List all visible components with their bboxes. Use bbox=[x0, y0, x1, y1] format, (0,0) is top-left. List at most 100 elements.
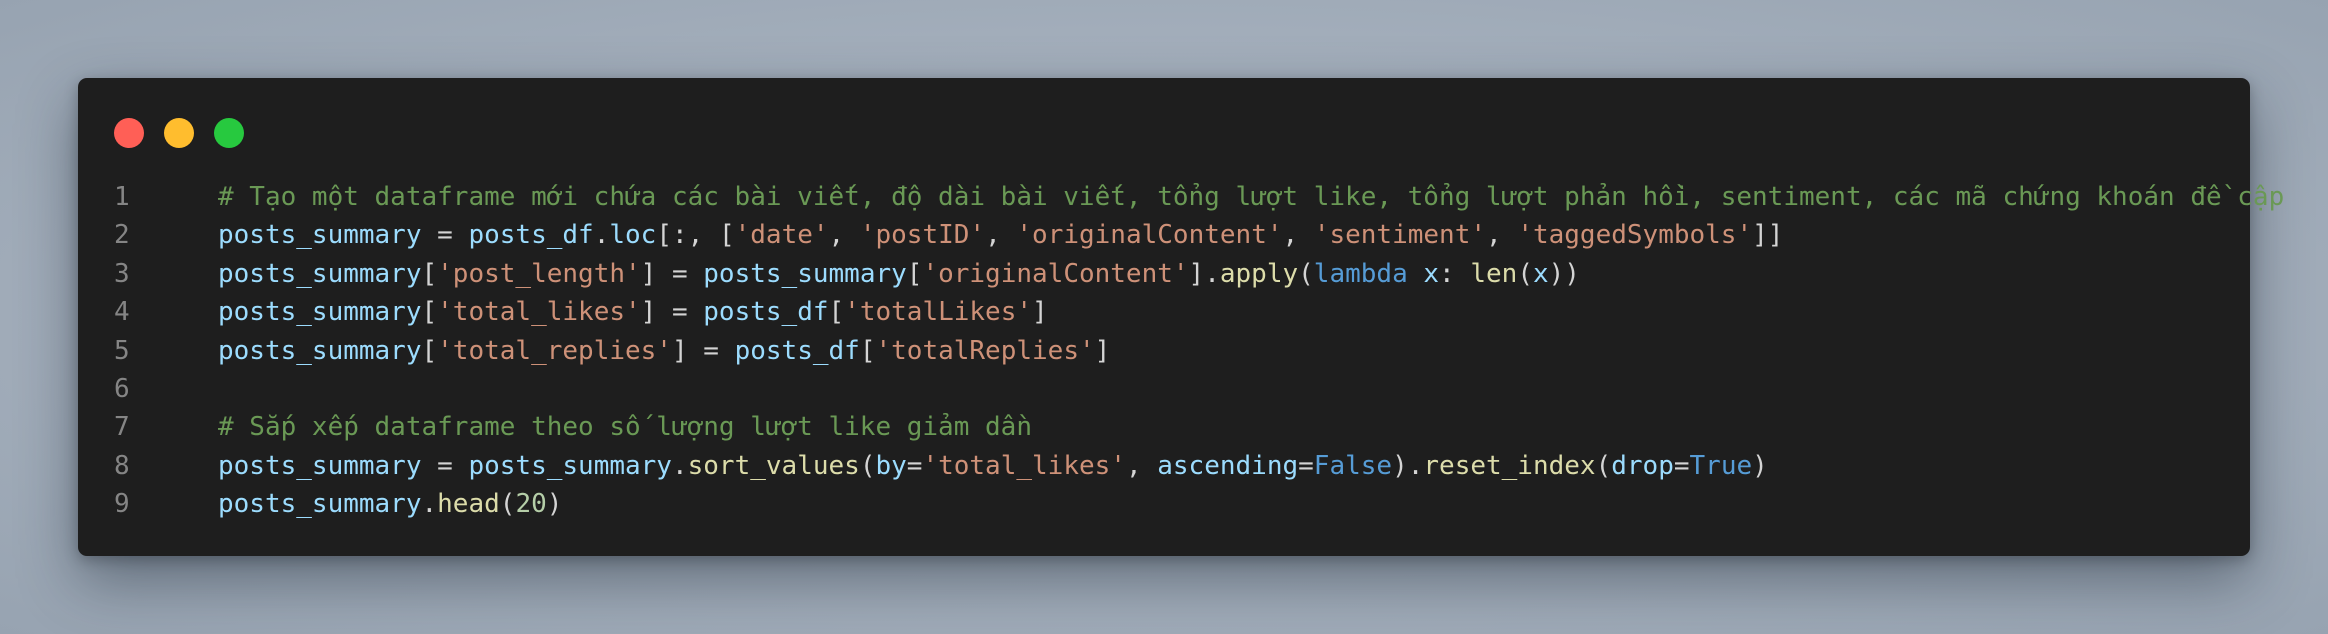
code-token: posts_df bbox=[468, 220, 594, 251]
code-token: = bbox=[1298, 450, 1314, 481]
code-token: 'post_length' bbox=[437, 258, 641, 289]
code-token: posts_summary bbox=[218, 450, 422, 481]
line-source: # Tạo một dataframe mới chứa các bài viế… bbox=[166, 178, 2284, 216]
code-token: ] = bbox=[671, 335, 735, 366]
code-token: ]] bbox=[1752, 220, 1784, 251]
code-token: posts_summary bbox=[218, 335, 422, 366]
code-token: posts_summary bbox=[218, 258, 422, 289]
code-token: 'total_replies' bbox=[437, 335, 672, 366]
code-token: # Sắp xếp dataframe theo số lượng lượt l… bbox=[218, 412, 1032, 443]
code-window: 1 # Tạo một dataframe mới chứa các bài vi… bbox=[78, 78, 2284, 556]
minimize-button[interactable] bbox=[164, 118, 194, 148]
code-token: 'totalLikes' bbox=[844, 297, 1033, 328]
code-token: ]. bbox=[1188, 258, 1220, 289]
line-source: posts_summary = posts_df.loc[:, ['date',… bbox=[166, 216, 1783, 254]
code-line: 3 posts_summary['post_length'] = posts_su… bbox=[78, 255, 2250, 293]
line-source: posts_summary['post_length'] = posts_sum… bbox=[166, 255, 1580, 293]
code-token: head bbox=[437, 489, 500, 520]
line-source: posts_summary['total_replies'] = posts_d… bbox=[166, 332, 1110, 370]
code-token: lambda bbox=[1313, 258, 1408, 289]
code-token: ( bbox=[1517, 258, 1533, 289]
code-token: posts_summary bbox=[218, 297, 422, 328]
code-token: [ bbox=[421, 258, 438, 289]
code-token: by bbox=[875, 450, 907, 481]
code-line: 1 # Tạo một dataframe mới chứa các bài vi… bbox=[78, 178, 2284, 216]
code-token: = bbox=[421, 220, 469, 251]
code-token: posts_summary bbox=[218, 220, 422, 251]
code-token: )) bbox=[1548, 258, 1580, 289]
code-token: x bbox=[1532, 258, 1549, 289]
line-source: posts_summary = posts_summary.sort_value… bbox=[166, 447, 1768, 485]
line-number: 4 bbox=[114, 297, 130, 328]
code-token: ) bbox=[1752, 450, 1768, 481]
code-token: posts_summary bbox=[703, 258, 907, 289]
code-token: [ bbox=[421, 335, 438, 366]
code-token: loc bbox=[609, 220, 657, 251]
code-line: 7 # Sắp xếp dataframe theo số lượng lượt … bbox=[78, 408, 2250, 446]
code-token: 'taggedSymbols' bbox=[1517, 220, 1753, 251]
code-token: . bbox=[593, 220, 610, 251]
line-source: # Sắp xếp dataframe theo số lượng lượt l… bbox=[166, 408, 1032, 446]
code-token: : bbox=[1439, 258, 1471, 289]
code-token: drop bbox=[1611, 450, 1674, 481]
code-token: apply bbox=[1219, 258, 1299, 289]
code-line: 8 posts_summary = posts_summary.sort_valu… bbox=[78, 447, 2250, 485]
code-token: 'total_likes' bbox=[922, 450, 1126, 481]
line-source: posts_summary.head(20) bbox=[166, 485, 562, 523]
code-token: 'postID' bbox=[859, 220, 986, 251]
code-token: [:, [ bbox=[656, 220, 735, 251]
line-number: 1 bbox=[114, 182, 130, 212]
code-token: 'sentiment' bbox=[1313, 220, 1486, 251]
line-number: 3 bbox=[114, 258, 130, 289]
code-token: ( bbox=[1595, 450, 1612, 481]
maximize-button[interactable] bbox=[214, 118, 244, 148]
code-token: len bbox=[1470, 258, 1518, 289]
close-button[interactable] bbox=[114, 118, 144, 148]
code-line: 6 bbox=[78, 370, 2250, 408]
code-token: , bbox=[985, 220, 1017, 251]
code-token: [ bbox=[859, 335, 876, 366]
code-token: [ bbox=[421, 297, 438, 328]
line-number: 2 bbox=[114, 220, 130, 251]
code-token: , bbox=[828, 220, 860, 251]
code-token: False bbox=[1313, 450, 1393, 481]
code-line: 5 posts_summary['total_replies'] = posts_… bbox=[78, 332, 2250, 370]
code-token: posts_summary bbox=[218, 489, 422, 520]
code-token: ( bbox=[499, 489, 516, 520]
code-line: 2 posts_summary = posts_df.loc[:, ['date'… bbox=[78, 216, 2250, 254]
line-source: posts_summary['total_likes'] = posts_df[… bbox=[166, 293, 1048, 331]
line-source bbox=[166, 370, 218, 408]
code-line: 4 posts_summary['total_likes'] = posts_df… bbox=[78, 293, 2250, 331]
code-token: ] = bbox=[640, 297, 704, 328]
code-token: posts_df bbox=[703, 297, 829, 328]
code-token: posts_summary bbox=[468, 450, 672, 481]
code-token: ( bbox=[859, 450, 876, 481]
window-controls bbox=[114, 118, 244, 148]
code-token: . bbox=[421, 489, 438, 520]
code-token: ). bbox=[1392, 450, 1424, 481]
code-token: sort_values bbox=[687, 450, 860, 481]
code-token: 'originalContent' bbox=[922, 258, 1189, 289]
code-token: = bbox=[906, 450, 923, 481]
code-token: ] bbox=[1032, 297, 1048, 328]
code-token: = bbox=[421, 450, 469, 481]
code-token: 'originalContent' bbox=[1016, 220, 1283, 251]
code-token: ] bbox=[1094, 335, 1111, 366]
code-token: [ bbox=[828, 297, 845, 328]
line-number: 8 bbox=[114, 450, 130, 481]
code-editor: 1 # Tạo một dataframe mới chứa các bài vi… bbox=[78, 178, 2284, 524]
code-token: 'total_likes' bbox=[437, 297, 641, 328]
line-number: 6 bbox=[114, 373, 130, 404]
code-token: , bbox=[1282, 220, 1314, 251]
code-token: reset_index bbox=[1423, 450, 1596, 481]
line-number: 5 bbox=[114, 335, 130, 366]
code-token: ascending bbox=[1157, 450, 1299, 481]
code-token: 'date' bbox=[734, 220, 829, 251]
code-token: . bbox=[671, 450, 688, 481]
code-token: 20 bbox=[515, 489, 547, 520]
code-token: posts_df bbox=[734, 335, 860, 366]
code-token: ) bbox=[546, 489, 563, 520]
code-token: x bbox=[1423, 258, 1440, 289]
code-token: # Tạo một dataframe mới chứa các bài viế… bbox=[218, 182, 2285, 212]
